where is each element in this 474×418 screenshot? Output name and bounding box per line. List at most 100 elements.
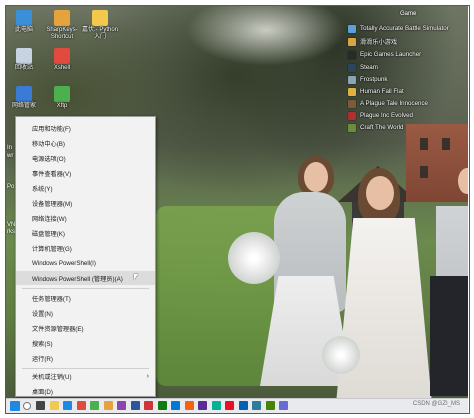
- menu-item-label: 移动中心(B): [32, 140, 65, 148]
- desktop-icon-label: 此电脑: [14, 27, 33, 33]
- app-icon[interactable]: [90, 401, 99, 410]
- menu-item-power-options[interactable]: 电源选项(O): [16, 151, 155, 165]
- desktop-icon-label: Xshell: [53, 65, 71, 71]
- menu-item-label: Windows PowerShell (管理员)(A): [32, 275, 123, 283]
- shortcut-label: Steam: [360, 64, 378, 71]
- menu-item-file-explorer[interactable]: 文件资源管理器(E): [16, 321, 155, 335]
- network-icon: [16, 86, 32, 102]
- shortcut-craft-the-world[interactable]: Craft The World: [348, 122, 403, 133]
- epic-games-icon: [348, 50, 356, 59]
- desktop-icon-label: 嘉伏:- Python入门: [81, 27, 118, 40]
- shortcut-plague-inc[interactable]: Plague Inc Evolved: [348, 110, 413, 121]
- desktop-icon-this-pc[interactable]: 此电脑: [4, 10, 44, 34]
- menu-item-system[interactable]: 系统(Y): [16, 181, 155, 195]
- menu-item-label: 设置(N): [32, 310, 53, 318]
- edge-label: Po: [7, 184, 15, 190]
- wallpaper-bouquet: [228, 232, 280, 284]
- menu-item-event-viewer[interactable]: 事件查看器(V): [16, 166, 155, 180]
- menu-separator: [22, 288, 149, 289]
- menu-item-label: 网络连接(W): [32, 215, 67, 223]
- shortcut-label: Craft The World: [360, 124, 404, 131]
- winx-context-menu: 应用和功能(F) 移动中心(B) 电源选项(O) 事件查看器(V) 系统(Y) …: [15, 116, 156, 397]
- app-icon[interactable]: [211, 401, 221, 410]
- desktop-icon-xftp[interactable]: Xftp: [42, 86, 82, 110]
- shortcut-epic-games[interactable]: Epic Games Launcher: [348, 49, 421, 60]
- wallpaper-sky: [186, 6, 346, 66]
- app-icon[interactable]: [279, 401, 288, 410]
- steam-game-icon: [348, 37, 356, 46]
- menu-item-mobility-center[interactable]: 移动中心(B): [16, 136, 155, 150]
- shortcut-human-fall-flat[interactable]: Human Fall Flat: [348, 86, 404, 97]
- menu-item-task-manager[interactable]: 任务管理器(T): [16, 291, 155, 305]
- shortcut-game-2[interactable]: 滑滑乐小游戏: [348, 36, 397, 47]
- wallpaper-window: [420, 166, 428, 178]
- steam-game-icon: [348, 123, 356, 132]
- edge-label: In: [7, 145, 13, 151]
- menu-item-settings[interactable]: 设置(N): [16, 306, 155, 320]
- wallpaper-window: [442, 138, 450, 150]
- start-icon[interactable]: [10, 401, 20, 411]
- chevron-right-icon: ›: [146, 372, 149, 380]
- menu-item-run[interactable]: 运行(R): [16, 351, 155, 365]
- shortcut-steam[interactable]: Steam: [348, 62, 378, 73]
- game-group-header: Game: [400, 11, 417, 17]
- desktop-icon-label: 网络管家: [11, 103, 36, 109]
- app-icon[interactable]: [265, 401, 275, 410]
- app-icon[interactable]: [225, 401, 234, 410]
- desktop-icon-recycle-bin[interactable]: 回收站: [4, 48, 44, 72]
- search-icon[interactable]: [23, 402, 31, 410]
- app-icon[interactable]: [252, 401, 261, 410]
- file-explorer-icon[interactable]: [49, 401, 59, 410]
- app-icon[interactable]: [130, 401, 140, 410]
- edge-icon[interactable]: [63, 401, 72, 410]
- app-icon[interactable]: [184, 401, 194, 410]
- menu-item-label: 桌面(D): [32, 388, 53, 396]
- shortcut-label: Human Fall Flat: [360, 88, 404, 95]
- xshell-icon: [54, 48, 70, 64]
- desktop-icon-sharpkeys[interactable]: SharpKeys-Shortcut: [42, 10, 82, 41]
- recycle-bin-icon: [16, 48, 32, 64]
- app-icon[interactable]: [76, 401, 86, 410]
- taskbar: [6, 398, 468, 413]
- shortcut-plague-tale[interactable]: A Plague Tale Innocence: [348, 98, 428, 109]
- app-icon[interactable]: [103, 401, 113, 410]
- desktop-icon-python-folder[interactable]: 嘉伏:- Python入门: [80, 10, 120, 41]
- menu-item-desktop[interactable]: 桌面(D): [16, 384, 155, 398]
- app-icon[interactable]: [238, 401, 248, 410]
- steam-icon: [348, 63, 356, 72]
- menu-item-network-connections[interactable]: 网络连接(W): [16, 211, 155, 225]
- menu-item-label: Windows PowerShell(I): [32, 259, 96, 267]
- shortcut-label: Totally Accurate Battle Simulator: [360, 25, 449, 32]
- menu-item-computer-management[interactable]: 计算机管理(G): [16, 241, 155, 255]
- app-icon[interactable]: [157, 401, 167, 410]
- wallpaper-face: [304, 162, 328, 192]
- menu-item-label: 运行(R): [32, 355, 53, 363]
- app-icon[interactable]: [144, 401, 153, 410]
- menu-item-label: 磁盘管理(K): [32, 230, 65, 238]
- menu-item-powershell[interactable]: Windows PowerShell(I): [16, 256, 155, 270]
- menu-item-disk-management[interactable]: 磁盘管理(K): [16, 226, 155, 240]
- app-icon[interactable]: [117, 401, 126, 410]
- wallpaper-brick-building: [406, 124, 468, 202]
- desktop-icon-network[interactable]: 网络管家: [4, 86, 44, 110]
- menu-item-label: 任务管理器(T): [32, 295, 71, 303]
- shortcut-tabs[interactable]: Totally Accurate Battle Simulator: [348, 23, 449, 34]
- edge-label: rks: [7, 229, 15, 235]
- menu-item-label: 搜索(S): [32, 340, 53, 348]
- xftp-icon: [54, 86, 70, 102]
- desktop-icon-label: SharpKeys-Shortcut: [46, 27, 78, 40]
- steam-game-icon: [348, 75, 356, 84]
- desktop-icon-xshell[interactable]: Xshell: [42, 48, 82, 72]
- app-icon[interactable]: [198, 401, 207, 410]
- menu-item-device-manager[interactable]: 设备管理器(M): [16, 196, 155, 210]
- desktop-icon-label: Xftp: [56, 103, 68, 109]
- edge-label: wr: [7, 153, 14, 159]
- steam-game-icon: [348, 24, 356, 33]
- app-icon[interactable]: [171, 401, 180, 410]
- menu-item-shutdown-signout[interactable]: 关机或注销(U) ›: [16, 369, 155, 383]
- menu-item-apps-features[interactable]: 应用和功能(F): [16, 121, 155, 135]
- shortcut-frostpunk[interactable]: Frostpunk: [348, 74, 388, 85]
- computer-icon: [16, 10, 32, 26]
- menu-item-search[interactable]: 搜索(S): [16, 336, 155, 350]
- task-view-icon[interactable]: [36, 401, 45, 410]
